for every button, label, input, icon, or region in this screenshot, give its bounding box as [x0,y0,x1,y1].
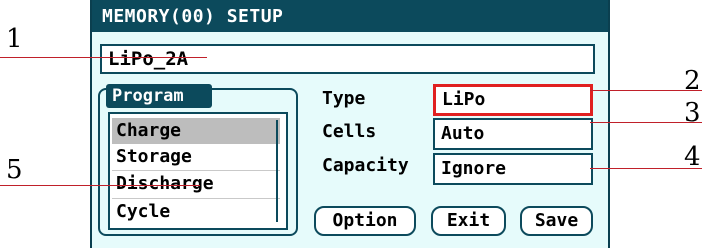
callout-1-leader [0,57,207,58]
callout-3-leader [590,122,702,123]
program-scrollbar[interactable] [276,120,284,222]
program-list[interactable]: Charge Storage Discharge Cycle [108,112,288,230]
type-label: Type [322,88,366,109]
callout-5: 5 [6,155,23,185]
callout-4-leader [590,168,702,169]
cells-label: Cells [322,121,377,142]
callout-2: 2 [684,66,701,96]
title-bar: MEMORY(00) SETUP [92,0,608,32]
capacity-label: Capacity [322,155,409,176]
exit-button[interactable]: Exit [431,206,506,236]
program-label: Program [106,84,212,108]
window-title: MEMORY(00) SETUP [102,6,284,27]
program-item-storage[interactable]: Storage [112,144,280,170]
callout-5-leader [0,185,200,186]
memory-name-field[interactable]: LiPo_2A [100,44,595,74]
program-item-discharge[interactable]: Discharge [112,170,280,197]
program-item-charge[interactable]: Charge [112,118,280,144]
cells-field[interactable]: Auto [433,118,593,150]
program-item-cycle[interactable]: Cycle [112,198,280,225]
callout-2-leader [590,90,702,91]
device-screen: MEMORY(00) SETUP LiPo_2A Program Charge … [90,0,610,248]
callout-1: 1 [6,24,23,54]
type-field[interactable]: LiPo [433,84,593,116]
save-button[interactable]: Save [520,206,593,236]
capacity-field[interactable]: Ignore [433,153,593,185]
callout-3: 3 [684,98,701,128]
option-button[interactable]: Option [314,206,416,236]
